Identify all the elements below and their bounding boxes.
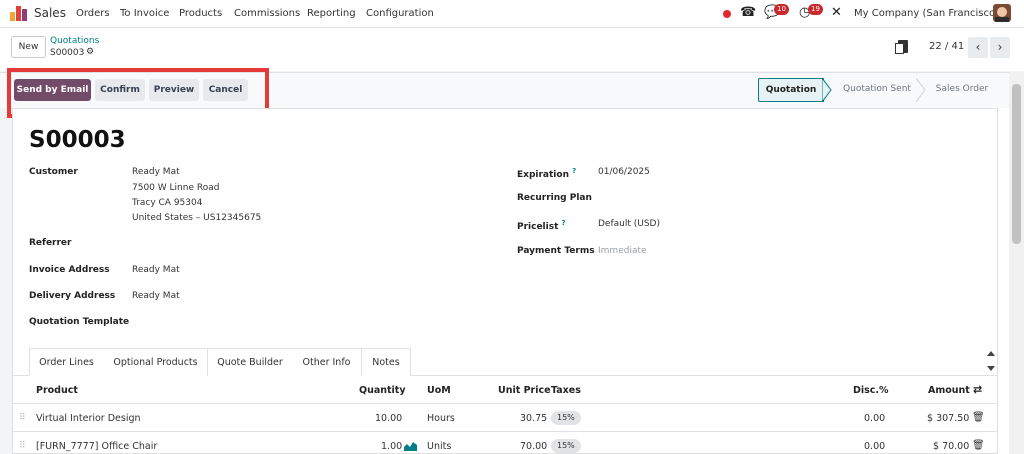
column-uom[interactable]: UoM (427, 385, 451, 396)
delivery-address-field[interactable]: Ready Mat (132, 291, 180, 301)
drag-handle-icon[interactable]: ⠿ (19, 413, 26, 423)
previous-record-button[interactable]: ‹ (968, 37, 988, 58)
expiration-label-text: Expiration (517, 170, 569, 180)
row-discount[interactable]: 0.00 (864, 413, 885, 424)
row-amount: $ 70.00 (933, 441, 970, 452)
tools-icon[interactable]: ✕ (831, 6, 842, 20)
pricelist-label-text: Pricelist (517, 222, 559, 232)
trash-icon[interactable]: 🗑 (972, 412, 985, 423)
new-button[interactable]: New (11, 36, 46, 58)
record-name: S00003 (29, 127, 126, 153)
app-name[interactable]: Sales (34, 6, 66, 20)
customer-label: Customer (29, 167, 78, 177)
discuss-badge: 10 (774, 4, 789, 15)
tab-order-lines[interactable]: Order Lines (29, 348, 104, 376)
forecast-chart-icon[interactable] (404, 441, 417, 451)
optional-columns-icon[interactable]: ⇄ (973, 383, 982, 396)
status-dot-icon[interactable] (723, 10, 731, 18)
company-switcher[interactable]: My Company (San Francisco) (854, 8, 999, 19)
row-product[interactable]: [FURN_7777] Office Chair (36, 441, 157, 452)
inner-scroll-arrows[interactable] (985, 349, 997, 373)
column-unit-price[interactable]: Unit Price (498, 385, 551, 396)
column-product[interactable]: Product (36, 385, 78, 396)
row-quantity[interactable]: 1.00 (381, 441, 402, 452)
drag-handle-icon[interactable]: ⠿ (19, 441, 26, 451)
delivery-address-label: Delivery Address (29, 291, 116, 301)
header-divider (12, 403, 998, 404)
pager-value[interactable]: 22 / 41 (929, 41, 964, 52)
user-avatar[interactable] (993, 4, 1011, 22)
status-arrow-active (822, 78, 832, 102)
tab-other-info[interactable]: Other Info (292, 348, 362, 376)
column-discount[interactable]: Disc.% (853, 385, 889, 396)
referrer-label: Referrer (29, 238, 72, 248)
status-arrow (916, 78, 926, 102)
tab-notes[interactable]: Notes (361, 348, 411, 376)
phone-icon[interactable]: ☎ (740, 6, 756, 20)
sheet-gutter (998, 108, 1009, 454)
expiration-field[interactable]: 01/06/2025 (598, 167, 650, 177)
customer-name[interactable]: Ready Mat (132, 167, 180, 177)
breadcrumb-quotations[interactable]: Quotations (50, 36, 99, 46)
menu-to-invoice[interactable]: To Invoice (120, 8, 169, 19)
documents-icon[interactable] (895, 40, 908, 54)
tab-quote-builder[interactable]: Quote Builder (207, 348, 293, 376)
sales-app-icon[interactable] (10, 6, 27, 21)
status-quotation[interactable]: Quotation (758, 78, 824, 102)
activity-badge: 19 (808, 4, 823, 15)
menu-configuration[interactable]: Configuration (366, 8, 434, 19)
invoice-address-label: Invoice Address (29, 265, 110, 275)
menu-products[interactable]: Products (179, 8, 222, 19)
row-uom[interactable]: Units (427, 441, 451, 452)
pricelist-field[interactable]: Default (USD) (598, 219, 660, 229)
column-amount[interactable]: Amount (928, 385, 970, 396)
trash-icon[interactable]: 🗑 (972, 440, 985, 451)
row-discount[interactable]: 0.00 (864, 441, 885, 452)
status-pipeline: Quotation Quotation Sent Sales Order (758, 78, 998, 102)
row-uom[interactable]: Hours (427, 413, 455, 424)
menu-commissions[interactable]: Commissions (234, 8, 300, 19)
chevron-left-icon: ‹ (975, 40, 981, 54)
breadcrumb-current: S00003 (50, 48, 85, 58)
customer-street: 7500 W Linne Road (132, 183, 220, 193)
quotation-template-label: Quotation Template (29, 317, 130, 327)
payment-terms-field[interactable]: Immediate (598, 246, 647, 256)
menu-reporting[interactable]: Reporting (307, 8, 356, 19)
row-unit-price[interactable]: 70.00 (520, 441, 547, 452)
tab-optional-products[interactable]: Optional Products (103, 348, 208, 376)
status-sales-order[interactable]: Sales Order (926, 78, 998, 102)
control-panel (0, 28, 1024, 71)
help-icon[interactable]: ? (572, 167, 576, 175)
menu-orders[interactable]: Orders (76, 8, 110, 19)
column-quantity[interactable]: Quantity (359, 385, 406, 396)
row-amount: $ 307.50 (927, 413, 970, 424)
chevron-right-icon: › (997, 40, 1003, 54)
expiration-label: Expiration ? (517, 167, 576, 180)
top-navbar: Sales Orders To Invoice Products Commiss… (0, 0, 1024, 28)
column-taxes[interactable]: Taxes (551, 385, 581, 396)
tax-badge[interactable]: 15% (551, 411, 581, 425)
customer-city: Tracy CA 95304 (132, 198, 203, 208)
row-product[interactable]: Virtual Interior Design (36, 413, 141, 424)
scrollbar-thumb[interactable] (1012, 84, 1021, 244)
customer-country: United States – US12345675 (132, 213, 262, 223)
help-icon[interactable]: ? (562, 219, 566, 227)
tax-badge[interactable]: 15% (551, 439, 581, 453)
payment-terms-label: Payment Terms (517, 246, 595, 256)
recurring-plan-label: Recurring Plan (517, 193, 592, 203)
row-unit-price[interactable]: 30.75 (520, 413, 547, 424)
next-record-button[interactable]: › (990, 37, 1010, 58)
row-quantity[interactable]: 10.00 (375, 413, 402, 424)
invoice-address-field[interactable]: Ready Mat (132, 265, 180, 275)
row-divider (12, 431, 998, 432)
status-quotation-sent[interactable]: Quotation Sent (834, 78, 920, 102)
gear-icon[interactable]: ⚙ (86, 47, 94, 57)
pricelist-label: Pricelist ? (517, 219, 566, 232)
